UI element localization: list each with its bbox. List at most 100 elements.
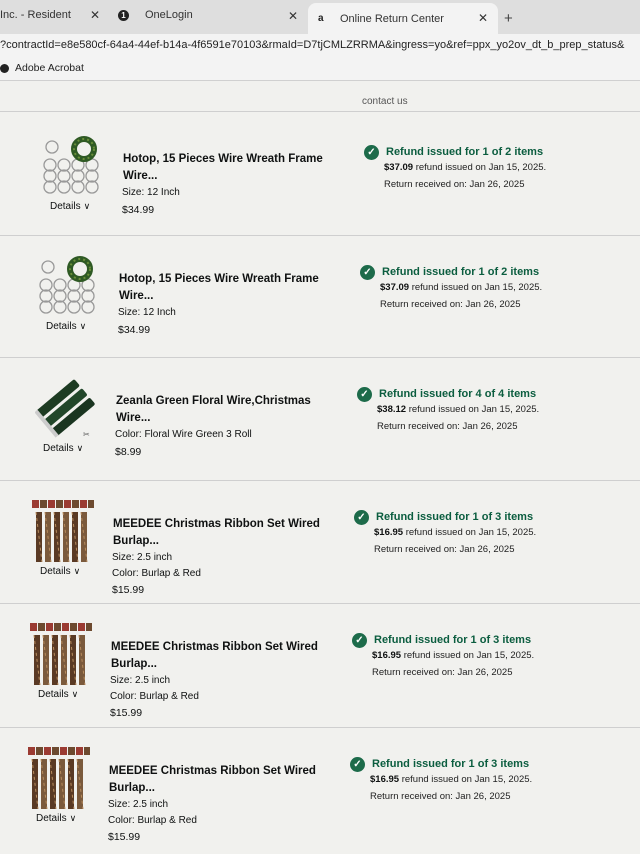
details-toggle[interactable]: Details ∨ xyxy=(46,321,86,332)
tab-label: Inc. - Resident xyxy=(0,9,71,21)
onelogin-icon: 1 xyxy=(118,9,129,21)
chevron-down-icon: ∨ xyxy=(69,813,77,823)
checkmark-icon: ✓ xyxy=(352,633,367,648)
product-title-link[interactable]: MEEDEE Christmas Ribbon Set Wired Burlap.… xyxy=(113,516,333,550)
bookmark-label: Adobe Acrobat xyxy=(15,62,84,74)
close-icon[interactable]: ✕ xyxy=(478,11,488,25)
details-toggle[interactable]: Details ∨ xyxy=(38,689,78,700)
return-center-page: contact us Details ∨ Hotop, 15 Pieces Wire… xyxy=(0,81,640,854)
product-title-link[interactable]: Hotop, 15 Pieces Wire Wreath Frame Wire..… xyxy=(119,271,339,305)
svg-text:✂: ✂ xyxy=(83,430,90,439)
bookmark-adobe-acrobat[interactable]: Adobe Acrobat xyxy=(0,62,84,74)
product-attribute: Size: 12 Inch xyxy=(122,187,180,198)
refund-line: $16.95 refund issued on Jan 15, 2025. xyxy=(374,527,536,538)
chevron-down-icon: ∨ xyxy=(76,443,84,453)
refund-status-title: Refund issued for 1 of 2 items xyxy=(386,146,544,158)
product-image[interactable] xyxy=(32,500,95,563)
return-received-date: Return received on: Jan 26, 2025 xyxy=(384,179,525,190)
chevron-down-icon: ∨ xyxy=(79,321,87,331)
divider xyxy=(0,111,640,112)
refund-text: refund issued on Jan 15, 2025. xyxy=(401,650,535,661)
adobe-acrobat-icon xyxy=(0,63,9,73)
product-price: $15.99 xyxy=(110,707,143,719)
return-item: Details ∨ Hotop, 15 Pieces Wire Wreath Fra… xyxy=(0,121,640,241)
details-toggle[interactable]: Details ∨ xyxy=(43,443,83,454)
bookmarks-bar: Adobe Acrobat xyxy=(0,56,640,81)
product-title-line1: Hotop, 15 Pieces Wire Wreath Frame xyxy=(123,153,323,165)
return-received-date: Return received on: Jan 26, 2025 xyxy=(377,421,518,432)
refund-line: $37.09 refund issued on Jan 15, 2025. xyxy=(384,162,546,173)
refund-amount: $37.09 xyxy=(380,282,410,293)
refund-text: refund issued on Jan 15, 2025. xyxy=(399,774,533,785)
new-tab-icon[interactable]: + xyxy=(504,10,513,27)
product-title-line1: Hotop, 15 Pieces Wire Wreath Frame xyxy=(119,273,319,285)
refund-line: $38.12 refund issued on Jan 15, 2025. xyxy=(377,404,539,415)
product-title-line1: Zeanla Green Floral Wire,Christmas xyxy=(116,395,311,407)
refund-line: $16.95 refund issued on Jan 15, 2025. xyxy=(370,774,532,785)
checkmark-icon: ✓ xyxy=(350,757,365,772)
product-image[interactable] xyxy=(28,747,91,810)
product-image[interactable] xyxy=(42,135,104,194)
refund-status-title: Refund issued for 1 of 3 items xyxy=(376,511,534,523)
return-item: Details ∨ MEEDEE Christmas Ribbon Set Wire… xyxy=(0,486,640,606)
details-label: Details xyxy=(50,201,81,212)
details-label: Details xyxy=(43,443,74,454)
return-received-date: Return received on: Jan 26, 2025 xyxy=(372,667,513,678)
product-attribute: Size: 2.5 inch xyxy=(108,799,169,810)
divider xyxy=(0,603,640,604)
product-attribute: Color: Burlap & Red xyxy=(112,568,201,579)
divider xyxy=(0,480,640,481)
return-item: ✂ Details ∨ Zeanla Green Floral Wire,Christ… xyxy=(0,363,640,483)
details-label: Details xyxy=(40,566,71,577)
tab-online-return-center[interactable]: a Online Return Center ✕ xyxy=(308,3,498,34)
details-toggle[interactable]: Details ∨ xyxy=(50,201,90,212)
product-title-link[interactable]: Zeanla Green Floral Wire,Christmas Wire..… xyxy=(116,393,336,427)
tab-label: Online Return Center xyxy=(340,12,444,25)
product-image[interactable] xyxy=(30,623,93,686)
refund-status-title: Refund issued for 4 of 4 items xyxy=(379,388,537,400)
product-image[interactable] xyxy=(38,255,100,314)
product-attribute: Size: 2.5 inch xyxy=(110,675,171,686)
product-attribute: Size: 2.5 inch xyxy=(112,552,173,563)
refund-text: refund issued on Jan 15, 2025. xyxy=(406,404,540,415)
product-title-line1: MEEDEE Christmas Ribbon Set Wired xyxy=(113,518,320,530)
amazon-icon: a xyxy=(318,12,324,24)
close-icon[interactable]: ✕ xyxy=(90,8,100,22)
product-title-link[interactable]: MEEDEE Christmas Ribbon Set Wired Burlap.… xyxy=(111,639,331,673)
refund-status-title: Refund issued for 1 of 3 items xyxy=(372,758,530,770)
tab-label: OneLogin xyxy=(145,9,193,21)
chevron-down-icon: ∨ xyxy=(71,689,79,699)
return-item: Details ∨ Hotop, 15 Pieces Wire Wreath Fra… xyxy=(0,241,640,361)
product-price: $34.99 xyxy=(118,324,151,336)
product-attribute: Color: Floral Wire Green 3 Roll xyxy=(115,429,252,440)
refund-amount: $16.95 xyxy=(374,527,404,538)
details-label: Details xyxy=(46,321,77,332)
browser-tab-bar: Inc. - Resident ✕ 1 OneLogin ✕ a Online … xyxy=(0,0,640,34)
tab-onelogin[interactable]: 1 OneLogin ✕ xyxy=(118,0,308,30)
product-attribute: Size: 12 Inch xyxy=(118,307,176,318)
refund-amount: $37.09 xyxy=(384,162,414,173)
contact-us-link[interactable]: contact us xyxy=(362,96,408,107)
address-bar[interactable]: ?contractId=e8e580cf-64a4-44ef-b14a-4f65… xyxy=(0,34,640,56)
return-item: Details ∨ MEEDEE Christmas Ribbon Set Wire… xyxy=(0,733,640,853)
product-title-link[interactable]: Hotop, 15 Pieces Wire Wreath Frame Wire..… xyxy=(123,151,343,185)
checkmark-icon: ✓ xyxy=(354,510,369,525)
product-title-line2: Wire... xyxy=(116,412,151,424)
return-item: Details ∨ MEEDEE Christmas Ribbon Set Wire… xyxy=(0,609,640,729)
product-image[interactable]: ✂ xyxy=(34,377,97,439)
details-toggle[interactable]: Details ∨ xyxy=(36,813,76,824)
refund-line: $37.09 refund issued on Jan 15, 2025. xyxy=(380,282,542,293)
product-title-line2: Wire... xyxy=(119,290,154,302)
refund-amount: $38.12 xyxy=(377,404,407,415)
divider xyxy=(0,357,640,358)
url-text: ?contractId=e8e580cf-64a4-44ef-b14a-4f65… xyxy=(0,39,625,51)
product-attribute: Color: Burlap & Red xyxy=(108,815,197,826)
refund-amount: $16.95 xyxy=(372,650,402,661)
chevron-down-icon: ∨ xyxy=(73,566,81,576)
product-price: $15.99 xyxy=(108,831,141,843)
product-title-link[interactable]: MEEDEE Christmas Ribbon Set Wired Burlap.… xyxy=(109,763,329,797)
details-toggle[interactable]: Details ∨ xyxy=(40,566,80,577)
details-label: Details xyxy=(38,689,69,700)
tab-resident[interactable]: Inc. - Resident ✕ xyxy=(0,0,106,30)
close-icon[interactable]: ✕ xyxy=(288,9,298,23)
